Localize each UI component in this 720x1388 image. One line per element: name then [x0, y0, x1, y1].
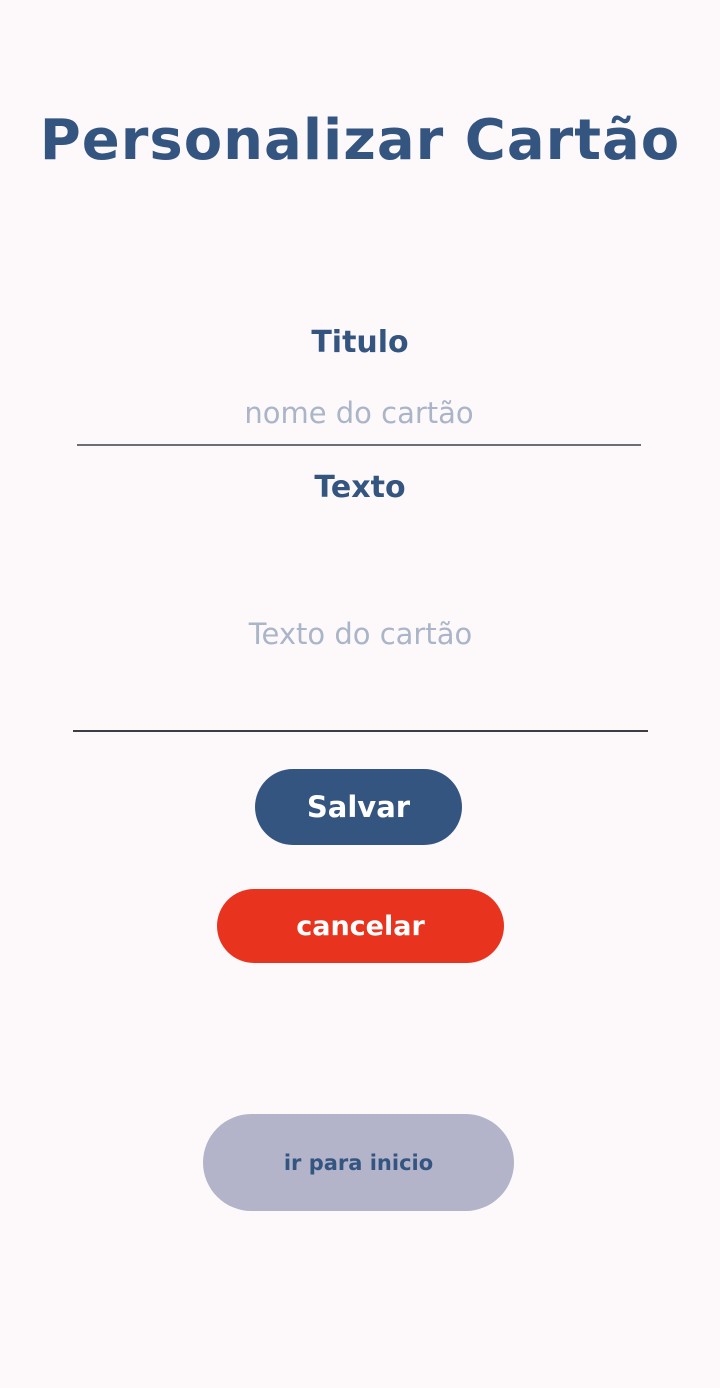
- titulo-underline: [77, 444, 641, 446]
- texto-input[interactable]: [73, 520, 648, 725]
- texto-label: Texto: [314, 470, 406, 505]
- titulo-label: Titulo: [311, 325, 409, 360]
- cancel-button[interactable]: cancelar: [217, 889, 504, 963]
- save-button[interactable]: Salvar: [255, 769, 462, 845]
- texto-underline: [73, 730, 648, 732]
- titulo-input[interactable]: [77, 388, 641, 438]
- go-home-button[interactable]: ir para inicio: [203, 1114, 514, 1211]
- page-title: Personalizar Cartão: [39, 108, 681, 173]
